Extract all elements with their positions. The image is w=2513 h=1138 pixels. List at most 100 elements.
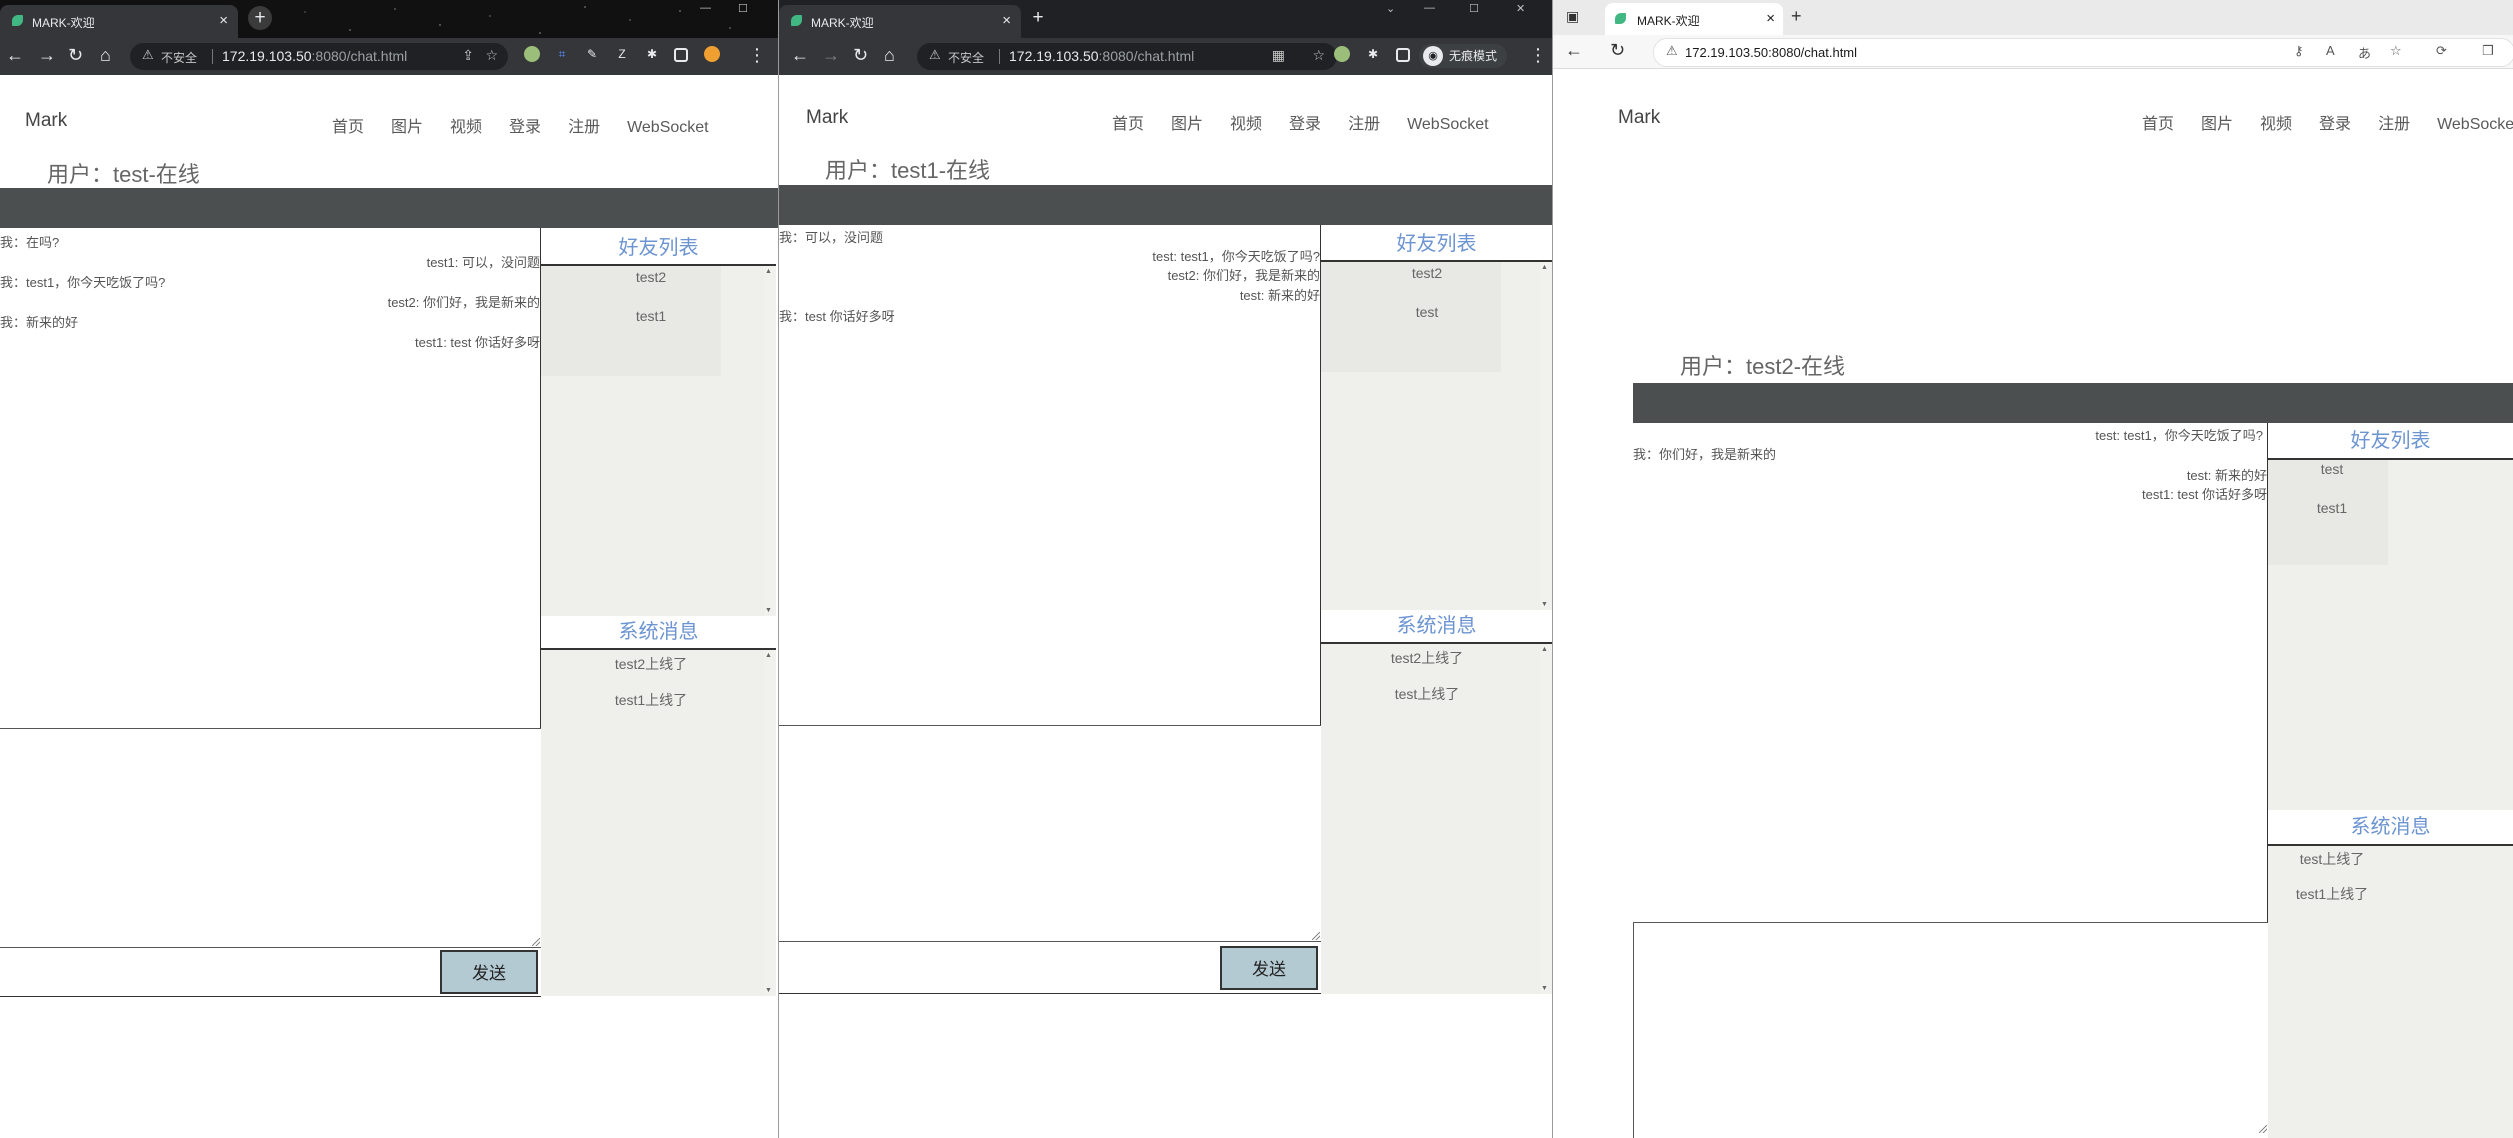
sidebar-icon[interactable] (674, 48, 688, 62)
nav-register[interactable]: 注册 (1348, 116, 1380, 133)
message-input[interactable] (0, 728, 542, 948)
message-input[interactable] (1633, 922, 2269, 1138)
brand-logo[interactable]: Mark (25, 110, 67, 132)
extension-green-icon[interactable] (1334, 46, 1350, 62)
address-bar[interactable]: ⚠ 172.19.103.50:8080/chat.html ⚷ A あ ☆ ⟳… (1653, 38, 2513, 67)
brand-logo[interactable]: Mark (806, 107, 848, 129)
nav-login[interactable]: 登录 (2319, 116, 2351, 133)
send-button[interactable]: 发送 (440, 950, 538, 994)
nav-images[interactable]: 图片 (1171, 116, 1203, 133)
nav-images[interactable]: 图片 (391, 119, 423, 136)
chevron-down-icon[interactable]: ⌄ (1386, 2, 1395, 15)
kebab-menu-icon[interactable]: ⋮ (1529, 45, 1547, 65)
send-button[interactable]: 发送 (1220, 946, 1318, 990)
system-messages: test2上线了 test1上线了 ▲ ▼ (541, 650, 776, 996)
home-icon[interactable]: ⌂ (100, 45, 111, 65)
browser-tab[interactable]: MARK-欢迎 × (779, 5, 1021, 38)
tab-actions-icon[interactable]: ▣ (1566, 6, 1579, 26)
nav-register[interactable]: 注册 (568, 119, 600, 136)
tab-title: MARK-欢迎 (32, 16, 95, 30)
system-message: test1上线了 (2295, 886, 2369, 902)
address-bar[interactable]: ⚠ 不安全 172.19.103.50:8080/chat.html ⇪ ☆ (130, 43, 508, 70)
nav-login[interactable]: 登录 (509, 119, 541, 136)
sidebar-icon[interactable] (1396, 48, 1410, 62)
home-icon[interactable]: ⌂ (884, 45, 895, 65)
minimize-icon[interactable]: — (1424, 2, 1435, 14)
new-tab-button[interactable]: + (248, 6, 272, 30)
star-icon[interactable]: ☆ (485, 47, 498, 64)
back-arrow-icon[interactable]: ← (791, 45, 809, 65)
refresh-extension-icon[interactable]: ⟳ (2436, 43, 2447, 59)
extension-pen-icon[interactable]: ✎ (584, 46, 600, 62)
extension-green-icon[interactable] (524, 46, 540, 62)
resize-handle-icon[interactable] (1312, 932, 1320, 940)
system-scrollbar[interactable]: ▲ ▼ (764, 650, 776, 996)
chat-log: 我：可以，没问题 test: test1，你今天吃饭了吗? test2: 你们好… (779, 225, 1321, 725)
new-tab-button[interactable]: + (1791, 6, 1802, 26)
profile-avatar[interactable] (704, 46, 720, 62)
chat-message-self: 我：test1，你今天吃饭了吗? (0, 275, 166, 290)
extension-z-icon[interactable]: Z (614, 46, 630, 62)
nav-videos[interactable]: 视频 (2260, 116, 2292, 133)
friend-item[interactable]: test1 (2268, 500, 2396, 516)
nav-videos[interactable]: 视频 (1230, 116, 1262, 133)
close-window-icon[interactable]: ✕ (1516, 2, 1525, 15)
resize-handle-icon[interactable] (532, 938, 540, 946)
system-scrollbar[interactable]: ▲ ▼ (1540, 644, 1552, 994)
forward-arrow-icon[interactable]: → (38, 45, 56, 65)
maximize-icon[interactable]: ☐ (738, 2, 748, 15)
puzzle-icon[interactable]: ✱ (1365, 46, 1381, 62)
star-icon[interactable]: ☆ (1312, 47, 1325, 64)
reload-icon[interactable]: ↻ (1610, 40, 1625, 60)
message-input[interactable] (779, 725, 1322, 942)
new-tab-button[interactable]: + (1026, 6, 1050, 30)
kebab-menu-icon[interactable]: ⋮ (748, 45, 766, 65)
back-arrow-icon[interactable]: ← (6, 45, 24, 65)
nav-websocket[interactable]: WebSocket (627, 119, 709, 136)
nav-websocket[interactable]: WebSocket (1407, 116, 1489, 133)
friend-item[interactable]: test (1321, 304, 1533, 320)
minimize-icon[interactable]: — (700, 2, 711, 14)
main-nav: 首页 图片 视频 登录 注册 WebSocket (332, 113, 736, 137)
address-bar[interactable]: ⚠ 不安全 172.19.103.50:8080/chat.html ▦ ☆ (917, 43, 1337, 70)
friend-item[interactable]: test1 (541, 308, 761, 324)
translate-icon[interactable]: あ (2358, 43, 2371, 62)
resize-handle-icon[interactable] (2259, 1125, 2267, 1133)
friends-scrollbar[interactable]: ▲ ▼ (1540, 262, 1552, 610)
read-aloud-icon[interactable]: A (2326, 43, 2335, 58)
favorite-icon[interactable]: ☆ (2390, 43, 2402, 59)
reload-icon[interactable]: ↻ (853, 45, 868, 65)
nav-images[interactable]: 图片 (2201, 116, 2233, 133)
back-arrow-icon[interactable]: ← (1565, 40, 1583, 60)
nav-login[interactable]: 登录 (1289, 116, 1321, 133)
reload-icon[interactable]: ↻ (68, 45, 83, 65)
extension-crop-icon[interactable]: ⌗ (554, 46, 570, 62)
brand-logo[interactable]: Mark (1618, 107, 1660, 129)
chat-log: test: test1，你今天吃饭了吗? 我：你们好，我是新来的 test: 新… (1633, 423, 2268, 923)
nav-home[interactable]: 首页 (332, 119, 364, 136)
share-icon[interactable]: ⇪ (462, 47, 474, 64)
nav-home[interactable]: 首页 (2142, 116, 2174, 133)
friend-item[interactable]: test2 (541, 269, 761, 285)
browser-tab[interactable]: MARK-欢迎 × (0, 5, 238, 38)
browser-tab[interactable]: MARK-欢迎 × (1605, 3, 1783, 35)
friends-scrollbar[interactable]: ▲ ▼ (764, 266, 776, 616)
friend-item[interactable]: test (2268, 461, 2396, 477)
nav-register[interactable]: 注册 (2378, 116, 2410, 133)
close-tab-icon[interactable]: × (1766, 10, 1775, 27)
collections-icon[interactable]: ❒ (2482, 43, 2494, 59)
maximize-icon[interactable]: ☐ (1469, 2, 1479, 15)
close-tab-icon[interactable]: × (1002, 12, 1011, 29)
incognito-badge[interactable]: ◉ 无痕模式 (1419, 44, 1508, 68)
puzzle-icon[interactable]: ✱ (644, 46, 660, 62)
nav-home[interactable]: 首页 (1112, 116, 1144, 133)
system-heading: 系统消息 (2268, 810, 2513, 846)
qr-code-icon[interactable]: ▦ (1272, 47, 1285, 64)
forward-arrow-icon[interactable]: → (822, 45, 840, 65)
warning-icon: ⚠ (142, 47, 154, 62)
friend-item[interactable]: test2 (1321, 265, 1533, 281)
key-icon[interactable]: ⚷ (2294, 43, 2304, 59)
nav-videos[interactable]: 视频 (450, 119, 482, 136)
close-tab-icon[interactable]: × (219, 12, 228, 29)
nav-websocket[interactable]: WebSocket (2437, 116, 2513, 133)
